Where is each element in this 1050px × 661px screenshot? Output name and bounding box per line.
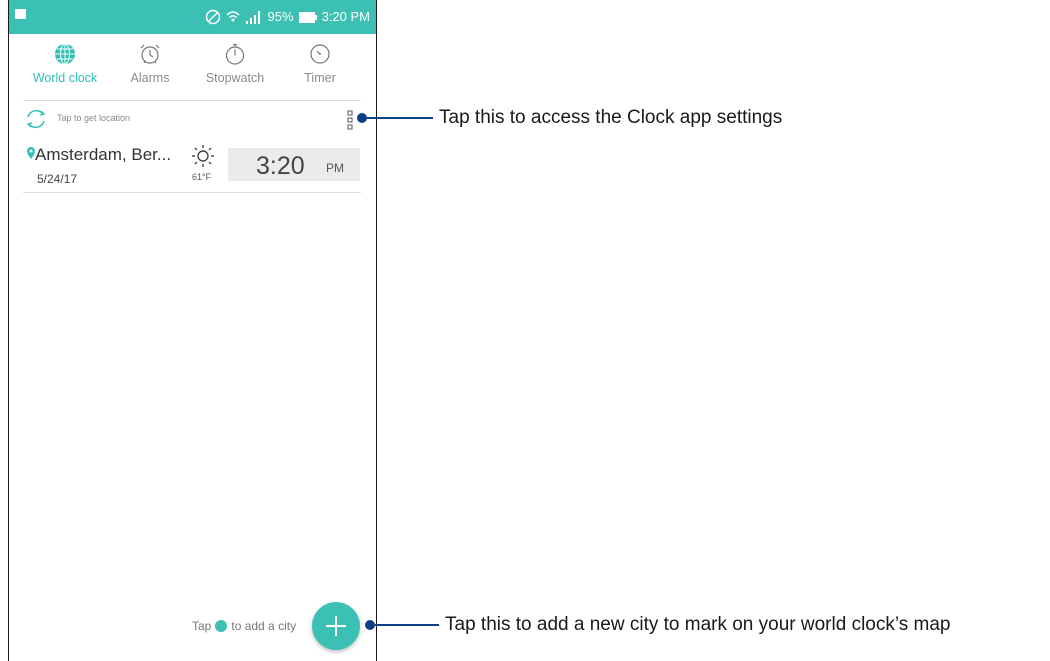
status-time: 3:20 PM	[321, 9, 370, 24]
add-city-hint: Tap to add a city	[192, 619, 296, 633]
add-dot-icon	[215, 620, 228, 632]
tab-label: Stopwatch	[205, 71, 265, 85]
city-clock-item[interactable]: Amsterdam, Ber... 5/24/17 61°F 3:20 PM	[25, 143, 361, 189]
refresh-location-icon[interactable]	[25, 108, 47, 130]
globe-icon	[55, 43, 75, 65]
tab-world-clock[interactable]: World clock	[23, 43, 107, 99]
location-hint[interactable]: Tap to get location	[57, 113, 130, 123]
phone-screen: 95% 3:20 PM World clock Alarms Stopwatch…	[8, 0, 377, 661]
timer-icon	[310, 44, 330, 64]
callout-line	[375, 624, 439, 626]
tab-label: World clock	[32, 71, 98, 85]
callout-add-city: Tap this to add a new city to mark on yo…	[365, 614, 951, 636]
city-ampm: PM	[326, 161, 344, 175]
city-divider	[23, 192, 361, 193]
status-icons: 95% 3:20 PM	[205, 9, 370, 25]
tab-alarms[interactable]: Alarms	[108, 43, 192, 99]
hint-text-before: Tap	[192, 619, 212, 633]
sunny-weather-icon	[192, 145, 214, 167]
callout-dot	[365, 620, 375, 630]
tab-label: Timer	[304, 71, 336, 85]
location-row: Tap to get location	[25, 108, 365, 130]
more-options-icon[interactable]	[347, 110, 353, 130]
wifi-icon	[226, 11, 240, 22]
city-time: 3:20	[256, 152, 305, 180]
callout-add-city-text: Tap this to add a new city to mark on yo…	[445, 614, 951, 635]
callout-settings-text: Tap this to access the Clock app setting…	[439, 107, 783, 128]
battery-percent: 95%	[267, 9, 294, 24]
tab-bar: World clock Alarms Stopwatch Timer	[23, 43, 358, 99]
city-temperature: 61°F	[192, 172, 212, 182]
callout-settings: Tap this to access the Clock app setting…	[357, 107, 782, 129]
tab-timer[interactable]: Timer	[278, 43, 362, 99]
image-notification-icon	[15, 9, 26, 19]
do-not-disturb-icon	[205, 9, 220, 25]
callout-line	[367, 117, 433, 119]
add-city-button[interactable]	[312, 602, 360, 650]
tab-stopwatch[interactable]: Stopwatch	[193, 43, 277, 99]
status-bar: 95% 3:20 PM	[9, 0, 376, 34]
city-time-box: 3:20 PM	[228, 148, 360, 181]
battery-icon	[298, 11, 317, 23]
stopwatch-icon	[225, 43, 245, 65]
tab-divider	[23, 100, 361, 101]
location-pin-icon	[27, 147, 35, 159]
alarm-clock-icon	[140, 44, 160, 64]
callout-dot	[357, 113, 367, 123]
hint-text-after: to add a city	[231, 619, 297, 633]
signal-icon	[245, 11, 260, 24]
tab-label: Alarms	[130, 71, 170, 85]
city-date: 5/24/17	[37, 172, 78, 186]
city-name: Amsterdam, Ber...	[35, 145, 172, 164]
